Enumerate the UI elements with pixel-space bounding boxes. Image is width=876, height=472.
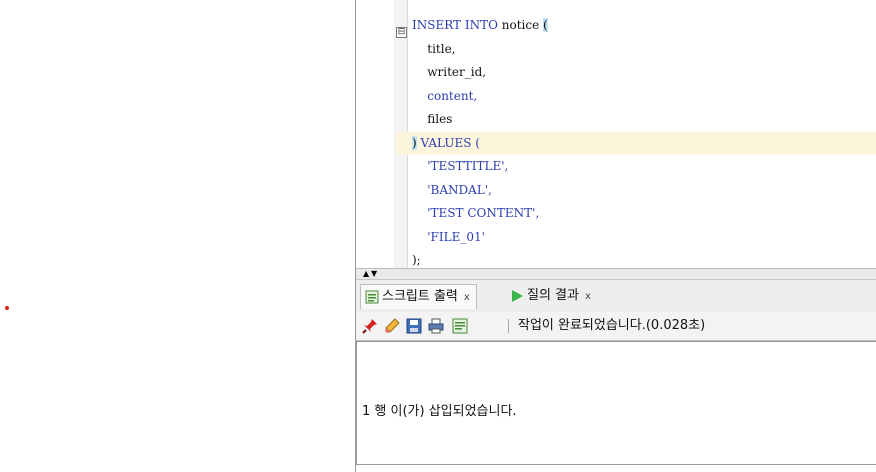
tab-close-icon[interactable]: x	[585, 291, 591, 302]
script-output-icon[interactable]	[452, 318, 468, 334]
code-token: );	[412, 253, 421, 267]
tab-script-output-label: 스크립트 출력	[382, 289, 458, 304]
code-token: 'FILE_01'	[412, 229, 485, 244]
collapse-up-icon[interactable]: ▲	[363, 269, 369, 279]
code-line[interactable]: title,	[412, 38, 876, 62]
tab-query-result-label: 질의 결과	[527, 288, 579, 303]
code-line[interactable]: 'TESTTITLE',	[412, 155, 876, 179]
status-text: 작업이 완료되었습니다.(0.028초)	[518, 318, 706, 333]
output-toolbar: 작업이 완료되었습니다.(0.028초)	[356, 312, 876, 341]
code-token: VALUES (	[416, 135, 480, 150]
output-tabs: 스크립트 출력 x 질의 결과 x	[356, 279, 876, 313]
red-dot-marker	[5, 306, 9, 310]
code-line[interactable]: 'FILE_01'	[412, 226, 876, 250]
code-line[interactable]: writer_id,	[412, 61, 876, 85]
code-token: files	[412, 112, 453, 126]
script-output-icon	[365, 290, 379, 303]
code-line[interactable]: content,	[412, 85, 876, 109]
output-message: 1 행 이(가) 삽입되었습니다.	[362, 404, 517, 419]
code-line[interactable]: ) VALUES (	[396, 131, 876, 155]
script-output-area[interactable]: 1 행 이(가) 삽입되었습니다.	[356, 341, 876, 465]
tab-close-icon[interactable]: x	[464, 292, 470, 303]
code-token: 'TESTTITLE',	[412, 159, 509, 173]
code-line[interactable]: INSERT INTO notice (	[412, 14, 876, 38]
fold-toggle-icon[interactable]: ⊟	[396, 27, 407, 38]
eraser-icon[interactable]	[384, 318, 400, 334]
code-area[interactable]: INSERT INTO notice ( title, writer_id, c…	[396, 14, 876, 268]
pin-icon[interactable]	[362, 318, 378, 334]
code-token: content,	[412, 88, 478, 103]
code-token: writer_id,	[412, 65, 487, 79]
collapse-down-icon[interactable]: ▼	[371, 269, 377, 279]
code-token: 'TEST CONTENT',	[412, 206, 540, 220]
code-line[interactable]: 'TEST CONTENT',	[412, 202, 876, 226]
code-line[interactable]: 'BANDAL',	[412, 179, 876, 203]
run-icon	[512, 289, 523, 302]
code-token: notice	[497, 18, 544, 32]
code-line[interactable]: );	[412, 249, 876, 268]
code-token: (	[543, 18, 548, 32]
sql-developer-panel: ⊟ INSERT INTO notice ( title, writer_id,…	[355, 0, 876, 472]
line-gutter	[356, 0, 396, 268]
save-icon[interactable]	[406, 318, 422, 334]
tab-query-result[interactable]: 질의 결과 x	[506, 284, 597, 308]
code-token: 'BANDAL',	[412, 182, 492, 197]
toolbar-separator	[508, 319, 509, 333]
tab-script-output[interactable]: 스크립트 출력 x	[360, 284, 477, 309]
sql-editor[interactable]: ⊟ INSERT INTO notice ( title, writer_id,…	[356, 0, 876, 268]
code-token: title,	[412, 41, 456, 56]
code-token: INSERT INTO	[412, 18, 498, 32]
code-line[interactable]: files	[412, 108, 876, 132]
print-icon[interactable]	[428, 318, 444, 334]
